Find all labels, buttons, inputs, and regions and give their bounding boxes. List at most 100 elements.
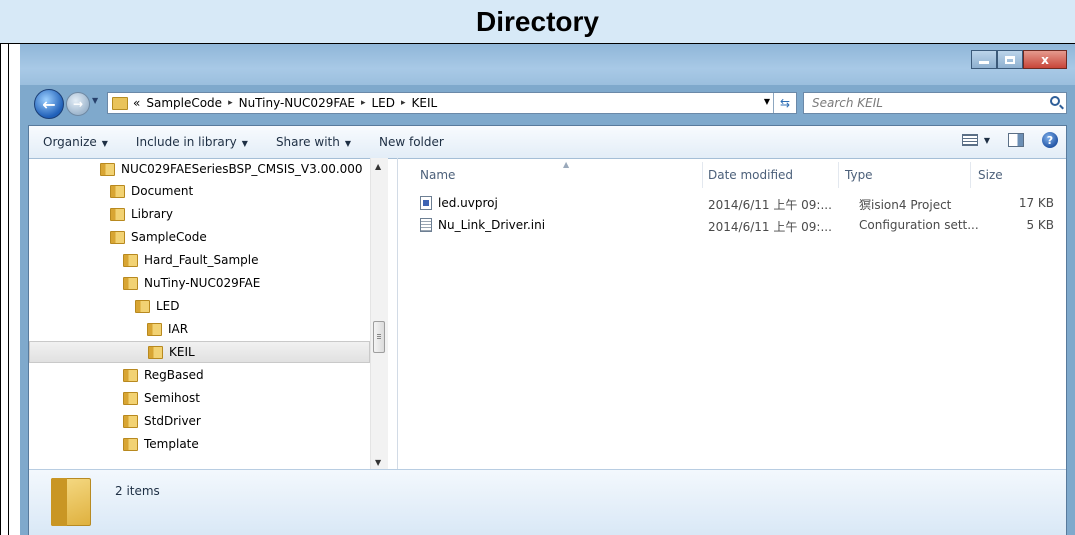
close-icon: x (1041, 52, 1049, 67)
tree-item[interactable]: Library (110, 203, 173, 225)
scrollbar-thumb[interactable] (373, 321, 385, 353)
file-name: Nu_Link_Driver.ini (438, 218, 546, 232)
column-divider[interactable] (970, 162, 971, 188)
window-caption-bar[interactable]: x (20, 44, 1075, 85)
file-type: 猽ision4 Project (859, 198, 952, 212)
refresh-button[interactable]: ⇆ (773, 93, 796, 113)
refresh-icon: ⇆ (779, 96, 791, 110)
item-count: 2 items (115, 484, 160, 498)
table-row[interactable]: led.uvproj 2014/6/11 上午 09:... 猽ision4 P… (398, 193, 1066, 213)
folder-icon (112, 96, 128, 110)
page-title: Directory (476, 6, 599, 37)
tree-item[interactable]: SampleCode (110, 226, 207, 248)
file-name: led.uvproj (438, 196, 498, 210)
command-bar: Organize ▼ Include in library ▼ Share with… (29, 126, 1066, 159)
breadcrumb-led[interactable]: LED (371, 96, 395, 110)
tree-item[interactable]: Semihost (123, 387, 200, 409)
file-list: ▲ Name Date modified Type Size led.uvpro… (398, 158, 1066, 469)
navigation-scrollbar[interactable]: ▲ ▼ (370, 158, 388, 469)
page-inner-border (8, 44, 9, 535)
address-bar[interactable]: « SampleCode ▸ NuTiny-NUC029FAE ▸ LED ▸ … (107, 92, 797, 114)
navigation-pane: NUC029FAESeriesBSP_CMSIS_V3.00.000 Docum… (29, 158, 398, 469)
preview-pane-icon[interactable] (1008, 133, 1024, 147)
forward-arrow-icon: → (72, 97, 84, 111)
breadcrumb-keil[interactable]: KEIL (412, 96, 438, 110)
table-row[interactable]: Nu_Link_Driver.ini 2014/6/11 上午 09:... C… (398, 215, 1066, 235)
close-button[interactable]: x (1023, 50, 1067, 69)
search-box (803, 92, 1067, 114)
sort-ascending-icon: ▲ (563, 160, 570, 169)
column-divider[interactable] (838, 162, 839, 188)
folder-icon (123, 368, 138, 382)
window-controls: x (971, 50, 1067, 69)
help-icon[interactable]: ? (1042, 132, 1058, 148)
folder-icon (110, 230, 125, 244)
breadcrumb-separator-icon[interactable]: ▸ (401, 98, 406, 108)
tree-item[interactable]: StdDriver (123, 410, 201, 432)
scroll-down-icon[interactable]: ▼ (375, 458, 381, 467)
file-size: 17 KB (1018, 196, 1054, 210)
breadcrumb-overflow[interactable]: « (133, 96, 140, 110)
change-view-icon[interactable] (961, 134, 978, 146)
tree-item[interactable]: Document (110, 180, 193, 202)
folder-icon (123, 414, 138, 428)
tree-item-selected[interactable]: KEIL (29, 341, 370, 363)
chevron-down-icon: ▼ (101, 139, 108, 148)
file-date-modified: 2014/6/11 上午 09:... (708, 220, 832, 234)
breadcrumb-separator-icon[interactable]: ▸ (228, 98, 233, 108)
folder-icon (110, 184, 125, 198)
folder-icon (100, 162, 115, 176)
details-pane: 2 items (29, 469, 1066, 535)
tree-item[interactable]: NUC029FAESeriesBSP_CMSIS_V3.00.000 (100, 158, 363, 180)
folder-icon (123, 276, 138, 290)
include-in-library-button[interactable]: Include in library ▼ (136, 135, 248, 149)
chevron-down-icon: ▼ (344, 139, 351, 148)
column-divider[interactable] (702, 162, 703, 188)
folder-icon (147, 322, 162, 336)
minimize-button[interactable] (971, 50, 997, 69)
column-header-type[interactable]: Type (845, 168, 873, 182)
folder-icon (123, 391, 138, 405)
tree-item[interactable]: Hard_Fault_Sample (123, 249, 259, 271)
scroll-up-icon[interactable]: ▲ (375, 162, 381, 171)
tree-item[interactable]: NuTiny-NUC029FAE (123, 272, 260, 294)
explorer-window: x ← → ▼ « SampleCode ▸ NuTiny-NUC029FAE … (20, 44, 1075, 535)
breadcrumb-separator-icon[interactable]: ▸ (361, 98, 366, 108)
view-options-dropdown-icon[interactable]: ▼ (984, 136, 990, 145)
breadcrumb-nutiny[interactable]: NuTiny-NUC029FAE (239, 96, 355, 110)
explorer-content: Organize ▼ Include in library ▼ Share with… (28, 125, 1067, 535)
address-row: ← → ▼ « SampleCode ▸ NuTiny-NUC029FAE ▸ … (20, 85, 1075, 121)
file-date-modified: 2014/6/11 上午 09:... (708, 198, 832, 212)
back-arrow-icon: ← (42, 94, 56, 114)
new-folder-button[interactable]: New folder (379, 135, 444, 149)
minimize-icon (979, 61, 989, 64)
chevron-down-icon: ▼ (241, 139, 248, 148)
folder-icon (123, 437, 138, 451)
search-icon[interactable] (1050, 96, 1060, 106)
column-header-size[interactable]: Size (978, 168, 1003, 182)
uvproj-file-icon (420, 196, 432, 210)
folder-icon (110, 207, 125, 221)
breadcrumb-samplecode[interactable]: SampleCode (146, 96, 222, 110)
address-dropdown-icon[interactable]: ▼ (764, 97, 770, 106)
search-input[interactable] (810, 95, 1044, 111)
folder-large-icon (51, 478, 91, 526)
file-type: Configuration sett... (859, 218, 979, 232)
share-with-button[interactable]: Share with ▼ (276, 135, 351, 149)
folder-icon (123, 253, 138, 267)
forward-button[interactable]: → (66, 92, 90, 116)
page-left-border (0, 44, 1, 535)
column-header-date-modified[interactable]: Date modified (708, 168, 793, 182)
tree-item[interactable]: Template (123, 433, 199, 455)
tree-item[interactable]: RegBased (123, 364, 204, 386)
folder-icon (148, 345, 163, 359)
organize-menu-button[interactable]: Organize ▼ (43, 135, 108, 149)
tree-item[interactable]: LED (135, 295, 180, 317)
ini-file-icon (420, 218, 432, 232)
tree-item[interactable]: IAR (147, 318, 188, 340)
recent-pages-dropdown-icon[interactable]: ▼ (92, 96, 98, 105)
folder-icon (135, 299, 150, 313)
column-header-name[interactable]: Name (420, 168, 455, 182)
back-button[interactable]: ← (34, 89, 64, 119)
maximize-button[interactable] (997, 50, 1023, 69)
